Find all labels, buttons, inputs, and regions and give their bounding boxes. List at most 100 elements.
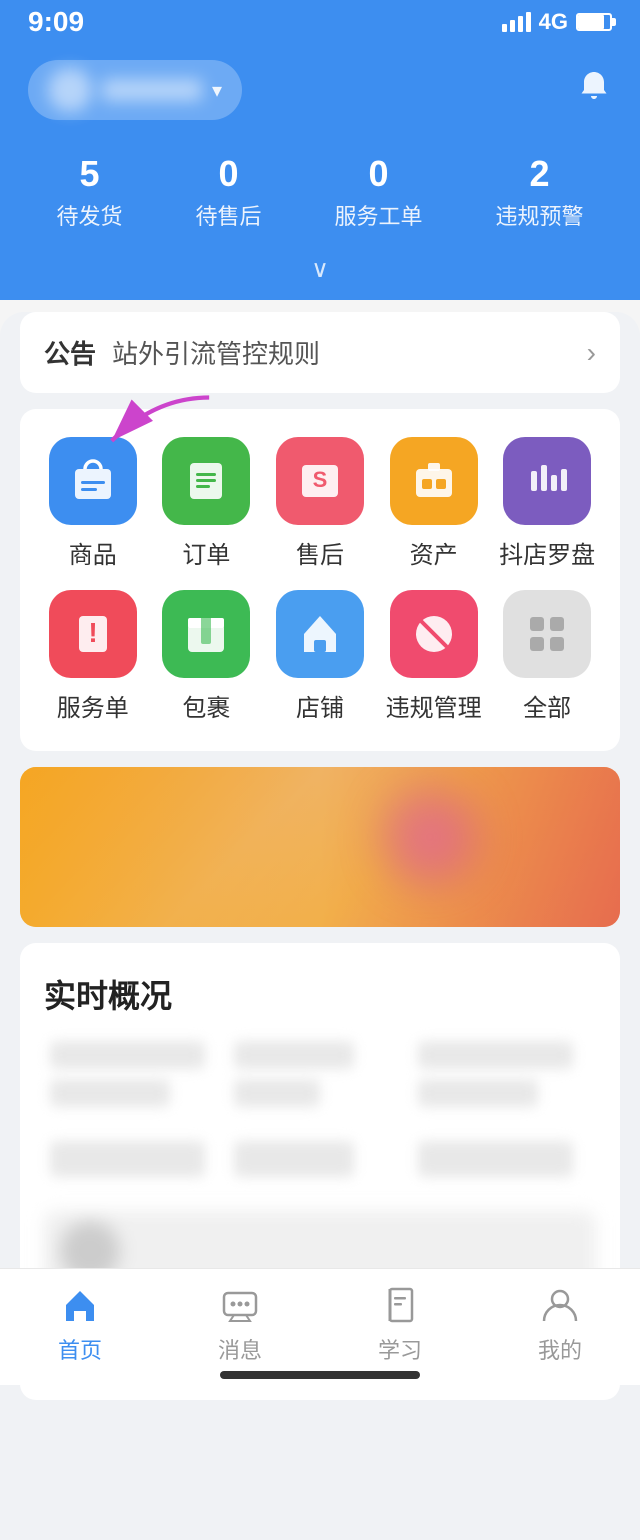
battery-icon <box>576 13 612 31</box>
icon-label-compass: 抖店罗盘 <box>499 535 595 570</box>
stat-number-1: 5 <box>56 152 122 195</box>
stat-pending-after[interactable]: 0 待售后 <box>195 152 261 231</box>
blur-item-6 <box>418 1141 590 1187</box>
blur-data-2 <box>50 1079 170 1107</box>
message-nav-icon <box>218 1283 262 1327</box>
store-avatar <box>48 68 92 112</box>
store-selector[interactable]: ▾ <box>28 60 242 120</box>
product-icon-box <box>49 437 137 525</box>
stat-label-3: 服务工单 <box>334 199 422 231</box>
stat-violation[interactable]: 2 违规预警 <box>495 152 583 231</box>
service-icon-box: ! <box>49 590 137 678</box>
all-icon-box <box>503 590 591 678</box>
stat-service-order[interactable]: 0 服务工单 <box>334 152 422 231</box>
icon-label-all: 全部 <box>523 688 571 723</box>
blur-data-1 <box>50 1041 205 1069</box>
nav-label-home: 首页 <box>58 1333 102 1365</box>
bottom-navigation: 首页 消息 学习 <box>0 1268 640 1385</box>
header: ▾ <box>0 44 640 140</box>
icon-item-compass[interactable]: 抖店罗盘 <box>497 437 597 570</box>
nav-item-learn[interactable]: 学习 <box>378 1283 422 1365</box>
compass-icon-box <box>503 437 591 525</box>
expand-indicator[interactable]: ∨ <box>0 255 640 300</box>
icon-item-product[interactable]: 商品 <box>43 437 143 570</box>
icon-item-all[interactable]: 全部 <box>497 590 597 723</box>
nav-label-mine: 我的 <box>538 1333 582 1365</box>
stat-pending-ship[interactable]: 5 待发货 <box>56 152 122 231</box>
nav-label-message: 消息 <box>218 1333 262 1365</box>
announcement-text: 站外引流管控规则 <box>112 334 571 371</box>
aftersale-icon-box: S <box>276 437 364 525</box>
bell-icon[interactable] <box>576 68 612 113</box>
blur-item-2 <box>234 1041 406 1117</box>
person-nav-icon <box>538 1283 582 1327</box>
realtime-row-1 <box>44 1041 596 1117</box>
icon-item-order[interactable]: 订单 <box>156 437 256 570</box>
blur-data-7 <box>50 1141 205 1177</box>
blur-item-4 <box>50 1141 222 1187</box>
stat-label-4: 违规预警 <box>495 199 583 231</box>
package-icon-box <box>162 590 250 678</box>
nav-item-mine[interactable]: 我的 <box>538 1283 582 1365</box>
banner-overlay <box>20 767 620 927</box>
icon-label-product: 商品 <box>69 535 117 570</box>
network-type: 4G <box>539 9 568 35</box>
blur-item-1 <box>50 1041 222 1117</box>
home-nav-icon <box>58 1283 102 1327</box>
svg-text:!: ! <box>88 617 97 648</box>
icon-label-violation: 违规管理 <box>386 688 482 723</box>
realtime-row-2 <box>44 1141 596 1187</box>
blur-item-5 <box>234 1141 406 1187</box>
chevron-down-icon: ▾ <box>212 78 222 103</box>
realtime-title: 实时概况 <box>44 971 596 1017</box>
icon-row-2: ! 服务单 包裹 <box>36 590 604 723</box>
icon-label-package: 包裹 <box>182 688 230 723</box>
shop-icon-box <box>276 590 364 678</box>
order-icon-box <box>162 437 250 525</box>
status-bar: 9:09 4G <box>0 0 640 44</box>
status-icons: 4G <box>502 9 612 35</box>
stat-number-3: 0 <box>334 152 422 195</box>
stat-number-4: 2 <box>495 152 583 195</box>
blur-data-8 <box>234 1141 354 1177</box>
learn-nav-icon <box>378 1283 422 1327</box>
icon-item-violation[interactable]: 违规管理 <box>384 590 484 723</box>
chevron-down-expand-icon: ∨ <box>311 256 329 283</box>
stats-row: 5 待发货 0 待售后 0 服务工单 2 违规预警 <box>0 140 640 255</box>
svg-text:S: S <box>313 467 328 492</box>
blur-data-6 <box>418 1079 538 1107</box>
icon-item-shop[interactable]: 店铺 <box>270 590 370 723</box>
stat-label-1: 待发货 <box>56 199 122 231</box>
icon-label-order: 订单 <box>182 535 230 570</box>
nav-label-learn: 学习 <box>378 1333 422 1365</box>
blur-data-4 <box>234 1079 320 1107</box>
icon-item-asset[interactable]: 资产 <box>384 437 484 570</box>
promo-banner[interactable] <box>20 767 620 927</box>
blur-item-3 <box>418 1041 590 1117</box>
icon-grid: 商品 订单 S <box>20 409 620 751</box>
signal-icon <box>502 12 531 32</box>
icon-label-shop: 店铺 <box>296 688 344 723</box>
announcement-bar[interactable]: 公告 站外引流管控规则 › <box>20 312 620 393</box>
violation-icon-box <box>390 590 478 678</box>
blur-data-3 <box>234 1041 354 1069</box>
stat-number-2: 0 <box>195 152 261 195</box>
home-indicator <box>220 1371 420 1379</box>
stat-label-2: 待售后 <box>195 199 261 231</box>
icon-item-package[interactable]: 包裹 <box>156 590 256 723</box>
banner-decoration <box>380 787 480 887</box>
blur-data-5 <box>418 1041 573 1069</box>
status-time: 9:09 <box>28 6 84 38</box>
announcement-arrow-icon: › <box>587 337 596 369</box>
icon-item-service[interactable]: ! 服务单 <box>43 590 143 723</box>
store-name <box>102 79 202 101</box>
icon-item-aftersale[interactable]: S 售后 <box>270 437 370 570</box>
nav-item-message[interactable]: 消息 <box>218 1283 262 1365</box>
icon-label-asset: 资产 <box>410 535 458 570</box>
icon-label-service: 服务单 <box>57 688 129 723</box>
asset-icon-box <box>390 437 478 525</box>
nav-item-home[interactable]: 首页 <box>58 1283 102 1365</box>
icon-row-1: 商品 订单 S <box>36 437 604 570</box>
announcement-tag: 公告 <box>44 334 96 371</box>
icon-label-aftersale: 售后 <box>296 535 344 570</box>
